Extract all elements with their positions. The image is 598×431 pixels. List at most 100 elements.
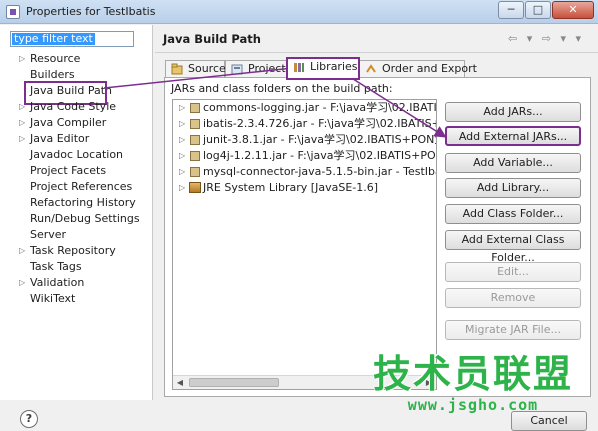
add-variable-button[interactable]: Add Variable...: [445, 153, 581, 173]
sidebar-item-label: Builders: [30, 68, 75, 81]
sidebar-item-label: Java Compiler: [30, 116, 107, 129]
sidebar-item-label: Project Facets: [30, 164, 107, 177]
minimize-button[interactable]: ─: [498, 1, 524, 19]
sidebar-item-run-debug-settings[interactable]: Run/Debug Settings: [0, 211, 153, 227]
sidebar-item-label: Validation: [30, 276, 85, 289]
add-external-class-folder-button[interactable]: Add External Class Folder...: [445, 230, 581, 264]
expand-arrow-icon[interactable]: ▷: [179, 116, 185, 132]
properties-window-icon: [6, 5, 20, 19]
migrate-jar-file-button[interactable]: Migrate JAR File...: [445, 320, 581, 340]
tab-label: Order and Export: [382, 62, 477, 75]
remove-button[interactable]: Remove: [445, 288, 581, 308]
list-item[interactable]: ▷ mysql-connector-java-5.1.5-bin.jar - Te…: [173, 164, 436, 180]
sidebar-item-refactoring-history[interactable]: Refactoring History: [0, 195, 153, 211]
sidebar-item-validation[interactable]: ▷ Validation: [0, 275, 153, 291]
build-path-entries-list[interactable]: ▷ commons-logging.jar - F:\java学习\02.IBAT…: [172, 99, 437, 390]
sidebar-item-label: Java Build Path: [30, 84, 113, 97]
expand-arrow-icon[interactable]: ▷: [19, 115, 27, 131]
tab-label: Source: [188, 62, 226, 75]
expand-arrow-icon[interactable]: ▷: [19, 243, 27, 259]
add-external-jars-button[interactable]: Add External JARs...: [445, 126, 581, 146]
list-item[interactable]: ▷ commons-logging.jar - F:\java学习\02.IBAT…: [173, 100, 436, 116]
edit-button[interactable]: Edit...: [445, 262, 581, 282]
list-item[interactable]: ▷ ibatis-2.3.4.726.jar - F:\java学习\02.IBA…: [173, 116, 436, 132]
entry-label: JRE System Library [JavaSE-1.6]: [203, 181, 379, 194]
list-item[interactable]: ▷ log4j-1.2.11.jar - F:\java学习\02.IBATIS+…: [173, 148, 436, 164]
entry-label: log4j-1.2.11.jar - F:\java学习\02.IBATIS+P…: [203, 149, 436, 162]
sidebar-item-java-code-style[interactable]: ▷ Java Code Style: [0, 99, 153, 115]
tab-projects[interactable]: Projects: [225, 60, 291, 78]
jar-icon: [190, 103, 200, 113]
projects-icon: [231, 64, 243, 75]
scroll-left-icon[interactable]: ◀: [173, 376, 187, 389]
expand-arrow-icon[interactable]: ▷: [179, 164, 185, 180]
expand-arrow-icon[interactable]: ▷: [19, 275, 27, 291]
libraries-panel: JARs and class folders on the build path…: [164, 77, 591, 397]
tab-source[interactable]: Source: [165, 60, 226, 78]
add-class-folder-button[interactable]: Add Class Folder...: [445, 204, 581, 224]
build-path-label: JARs and class folders on the build path…: [171, 82, 393, 95]
library-icon: [189, 182, 201, 193]
close-button[interactable]: ✕: [552, 1, 594, 19]
libraries-icon: [294, 63, 304, 72]
filter-input[interactable]: type filter text: [10, 31, 134, 47]
tab-label: Projects: [248, 62, 292, 75]
watermark-url: www.jsgho.com: [407, 396, 539, 414]
sidebar-item-label: Refactoring History: [30, 196, 136, 209]
sidebar-item-java-build-path[interactable]: Java Build Path: [0, 81, 153, 105]
help-icon[interactable]: ?: [20, 410, 38, 428]
sidebar-item-label: WikiText: [30, 292, 76, 305]
list-item[interactable]: ▷ junit-3.8.1.jar - F:\java学习\02.IBATIS+P…: [173, 132, 436, 148]
sidebar-item-label: Resource: [30, 52, 81, 65]
entry-label: commons-logging.jar - F:\java学习\02.IBATI…: [203, 101, 437, 114]
add-library-button[interactable]: Add Library...: [445, 178, 581, 198]
tab-order-and-export[interactable]: Order and Export: [359, 60, 477, 78]
sidebar-item-wikitext[interactable]: WikiText: [0, 291, 153, 307]
watermark-title: 技术员联盟: [372, 352, 573, 396]
sidebar-item-server[interactable]: Server: [0, 227, 153, 243]
sidebar-item-resource[interactable]: ▷ Resource: [0, 51, 153, 67]
sidebar-item-task-tags[interactable]: Task Tags: [0, 259, 153, 275]
window-controls: ─ □ ✕: [497, 1, 594, 19]
sidebar-item-label: Project References: [30, 180, 133, 193]
header-divider: [155, 52, 598, 53]
history-navigation[interactable]: ⇦ ▾ ⇨ ▾ ▾: [508, 32, 584, 45]
window-title: Properties for TestIbatis: [26, 5, 156, 18]
sidebar-item-label: Java Code Style: [30, 100, 117, 113]
source-folder-icon: [171, 63, 183, 75]
title-bar: Properties for TestIbatis ─ □ ✕: [0, 0, 598, 24]
tab-label: Libraries: [310, 60, 358, 73]
add-jars-button[interactable]: Add JARs...: [445, 102, 581, 122]
jar-icon: [190, 167, 200, 177]
sidebar-item-project-facets[interactable]: Project Facets: [0, 163, 153, 179]
sidebar-item-java-editor[interactable]: ▷ Java Editor: [0, 131, 153, 147]
sidebar-item-project-references[interactable]: Project References: [0, 179, 153, 195]
expand-arrow-icon[interactable]: ▷: [179, 100, 185, 116]
list-item[interactable]: ▷ JRE System Library [JavaSE-1.6]: [173, 180, 436, 196]
maximize-button[interactable]: □: [525, 1, 551, 19]
jar-icon: [190, 135, 200, 145]
expand-arrow-icon[interactable]: ▷: [19, 99, 27, 115]
expand-arrow-icon[interactable]: ▷: [179, 180, 185, 196]
sidebar-item-task-repository[interactable]: ▷ Task Repository: [0, 243, 153, 259]
order-export-icon: [366, 64, 376, 73]
filter-input-text: type filter text: [12, 32, 95, 45]
sidebar-item-label: Run/Debug Settings: [30, 212, 140, 225]
expand-arrow-icon[interactable]: ▷: [179, 132, 185, 148]
tab-libraries[interactable]: Libraries: [286, 57, 360, 80]
entry-label: junit-3.8.1.jar - F:\java学习\02.IBATIS+PO…: [203, 133, 436, 146]
page-title: Java Build Path: [163, 32, 261, 46]
scrollbar-thumb[interactable]: [189, 378, 279, 387]
sidebar-item-label: Java Editor: [30, 132, 90, 145]
sidebar-item-java-compiler[interactable]: ▷ Java Compiler: [0, 115, 153, 131]
expand-arrow-icon[interactable]: ▷: [179, 148, 185, 164]
property-pages-pane: type filter text ▷ Resource Builders Java…: [0, 25, 153, 426]
jar-icon: [190, 119, 200, 129]
sidebar-item-label: Task Repository: [30, 244, 116, 257]
expand-arrow-icon[interactable]: ▷: [19, 51, 27, 67]
sidebar-item-javadoc-location[interactable]: Javadoc Location: [0, 147, 153, 163]
entry-label: ibatis-2.3.4.726.jar - F:\java学习\02.IBAT…: [203, 117, 436, 130]
expand-arrow-icon[interactable]: ▷: [19, 131, 27, 147]
sidebar-item-label: Task Tags: [30, 260, 82, 273]
watermark-logo: 技术员联盟 www.jsgho.com: [368, 352, 578, 422]
